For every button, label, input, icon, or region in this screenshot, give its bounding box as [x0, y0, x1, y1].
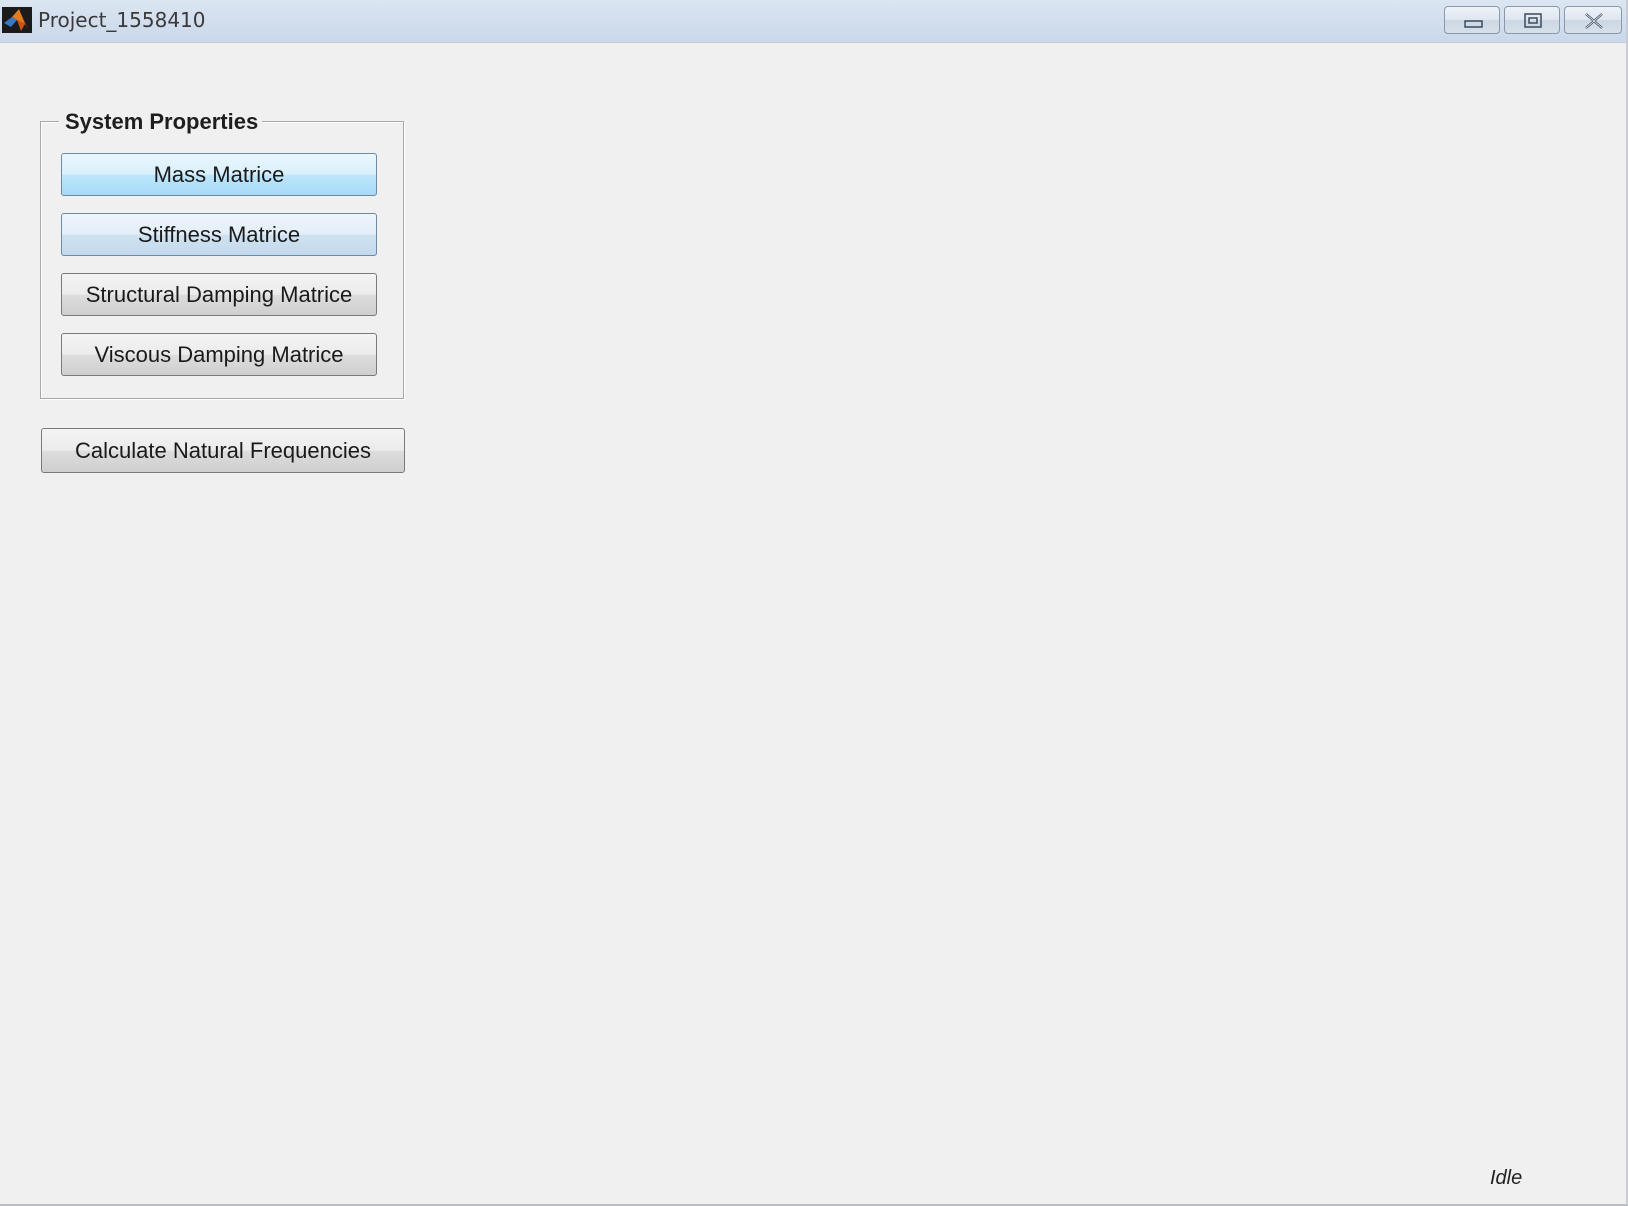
- title-bar[interactable]: Project_1558410: [0, 0, 1626, 43]
- close-button[interactable]: [1564, 6, 1622, 34]
- stiffness-matrice-button[interactable]: Stiffness Matrice: [61, 213, 377, 256]
- restore-icon: [1524, 13, 1542, 28]
- viscous-damping-matrice-button[interactable]: Viscous Damping Matrice: [61, 333, 377, 376]
- restore-button[interactable]: [1504, 6, 1560, 34]
- minimize-icon: [1464, 20, 1483, 28]
- structural-damping-matrice-button[interactable]: Structural Damping Matrice: [61, 273, 377, 316]
- window-title: Project_1558410: [38, 8, 206, 32]
- calculate-natural-frequencies-button[interactable]: Calculate Natural Frequencies: [41, 428, 405, 473]
- status-text: Idle: [1490, 1167, 1523, 1189]
- figure-client-area: System Properties Mass Matrice Stiffness…: [0, 43, 1626, 1204]
- matlab-icon[interactable]: [2, 7, 32, 33]
- application-window: Project_1558410 System Properties Mass M…: [0, 0, 1628, 1206]
- mass-matrice-button[interactable]: Mass Matrice: [61, 153, 377, 196]
- close-icon: [1585, 13, 1603, 29]
- panel-title: System Properties: [59, 108, 263, 136]
- minimize-button[interactable]: [1444, 6, 1500, 34]
